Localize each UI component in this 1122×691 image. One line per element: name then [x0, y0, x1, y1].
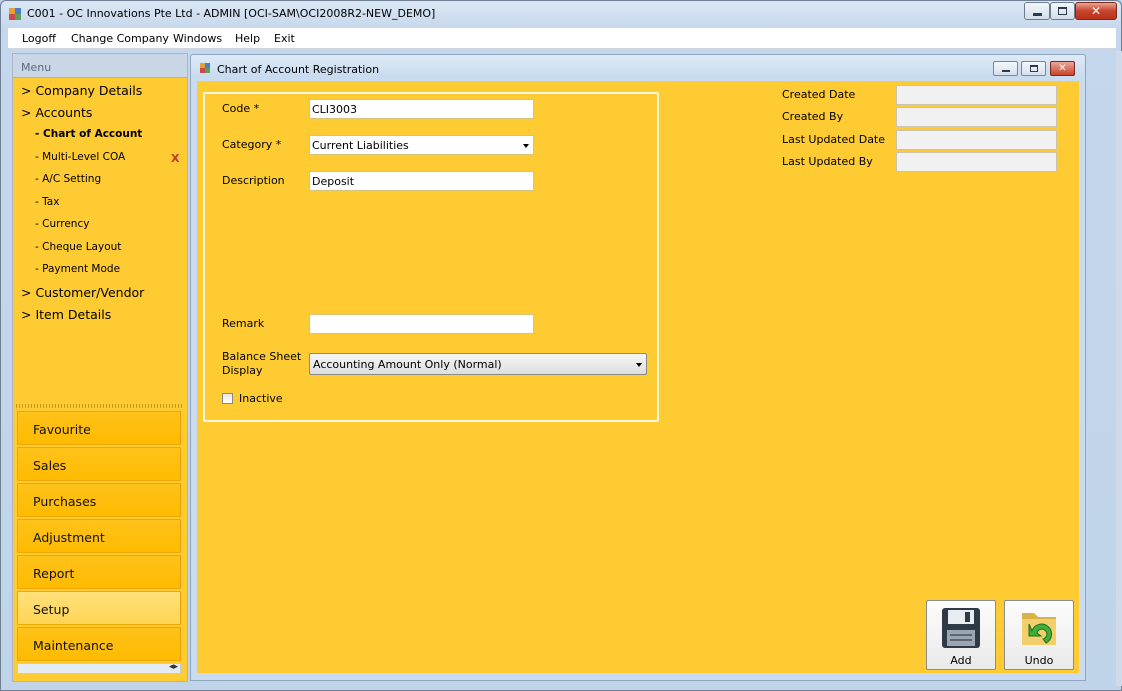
tree-item-chart-of-account[interactable]: - Chart of Account — [35, 128, 142, 140]
nav-favourite-label: Favourite — [33, 422, 91, 437]
child-close-button[interactable]: ✕ — [1050, 61, 1075, 76]
menu-exit[interactable]: Exit — [274, 32, 295, 45]
close-button[interactable]: ✕ — [1075, 2, 1117, 20]
remark-label: Remark — [222, 317, 265, 330]
nav-purchases[interactable]: Purchases — [17, 483, 181, 517]
child-maximize-button[interactable] — [1021, 61, 1046, 76]
nav-maintenance-label: Maintenance — [33, 638, 114, 653]
nav-setup[interactable]: Setup — [17, 591, 181, 625]
nav-report[interactable]: Report — [17, 555, 181, 589]
main-window: C001 - OC Innovations Pte Ltd - ADMIN [O… — [0, 0, 1122, 691]
nav-setup-label: Setup — [33, 602, 70, 617]
last-updated-date-field — [896, 130, 1057, 150]
created-by-label: Created By — [782, 110, 844, 123]
menu-windows[interactable]: Windows — [173, 32, 222, 45]
sidebar-scrollbar[interactable]: ◂▸ — [17, 662, 181, 674]
sidebar-title: Menu — [21, 61, 52, 74]
tree-item-tax[interactable]: - Tax — [35, 196, 59, 208]
tree-item-ac-setting[interactable]: - A/C Setting — [35, 173, 101, 185]
nav-maintenance[interactable]: Maintenance — [17, 627, 181, 661]
sidebar-splitter[interactable] — [16, 404, 182, 408]
add-button[interactable]: Add — [926, 600, 996, 670]
form-body: Code * CLI3003 Category * Current Liabil… — [197, 81, 1079, 673]
nav-purchases-label: Purchases — [33, 494, 97, 509]
nav-adjustment[interactable]: Adjustment — [17, 519, 181, 553]
tree-item-currency[interactable]: - Currency — [35, 218, 89, 230]
maximize-icon — [1029, 65, 1038, 72]
minimize-icon — [1001, 70, 1010, 72]
inactive-checkbox[interactable] — [222, 393, 233, 404]
created-date-field — [896, 85, 1057, 105]
add-label: Add — [950, 654, 972, 667]
save-icon — [942, 608, 980, 648]
nav-sales-label: Sales — [33, 458, 67, 473]
tree-item-payment-mode[interactable]: - Payment Mode — [35, 263, 120, 275]
tree-item-accounts[interactable]: > Accounts — [21, 105, 92, 120]
code-label: Code * — [222, 102, 260, 115]
chevron-down-icon — [636, 363, 642, 367]
category-value: Current Liabilities — [312, 139, 409, 152]
child-minimize-button[interactable] — [993, 61, 1018, 76]
tree-item-item-details[interactable]: > Item Details — [21, 307, 111, 322]
chevron-down-icon — [523, 144, 529, 148]
undo-label: Undo — [1024, 654, 1054, 667]
title-bar[interactable]: C001 - OC Innovations Pte Ltd - ADMIN [O… — [1, 1, 1121, 27]
undo-button[interactable]: Undo — [1004, 600, 1074, 670]
balance-sheet-label: Balance Sheet — [222, 350, 302, 363]
sidebar: Menu > Company Details > Accounts - Char… — [12, 53, 188, 682]
close-icon: ✕ — [1058, 62, 1067, 74]
mdi-right-edge — [1116, 51, 1122, 686]
menu-logoff[interactable]: Logoff — [22, 32, 56, 45]
created-by-field — [896, 107, 1057, 127]
description-field[interactable]: Deposit — [309, 171, 534, 191]
menu-change-company[interactable]: Change Company — [71, 32, 169, 45]
last-updated-by-label: Last Updated By — [782, 155, 873, 168]
code-field[interactable]: CLI3003 — [309, 99, 534, 119]
menu-help[interactable]: Help — [235, 32, 260, 45]
last-updated-date-label: Last Updated Date — [782, 133, 886, 146]
menu-bar: Logoff Change Company Windows Help Exit — [8, 28, 1116, 49]
minimize-icon — [1032, 12, 1042, 16]
close-tab-icon[interactable]: X — [171, 152, 179, 165]
last-updated-by-field — [896, 152, 1057, 172]
tree-item-company-details[interactable]: > Company Details — [21, 83, 142, 98]
sidebar-header: Menu — [13, 54, 187, 78]
tree-item-customer-vendor[interactable]: > Customer/Vendor — [21, 285, 144, 300]
balance-sheet-display-select[interactable]: Accounting Amount Only (Normal) — [309, 353, 647, 375]
menu-tree: > Company Details > Accounts - Chart of … — [13, 78, 185, 400]
nav-adjustment-label: Adjustment — [33, 530, 105, 545]
tree-item-cheque-layout[interactable]: - Cheque Layout — [35, 241, 121, 253]
chart-of-account-window: Chart of Account Registration ✕ Code * C… — [190, 54, 1086, 681]
close-icon: ✕ — [1090, 4, 1102, 18]
inactive-label: Inactive — [239, 392, 283, 405]
undo-folder-icon — [1022, 613, 1056, 645]
maximize-icon — [1058, 7, 1067, 15]
nav-report-label: Report — [33, 566, 75, 581]
maximize-button[interactable] — [1050, 2, 1075, 20]
remark-field[interactable] — [309, 314, 534, 334]
description-label: Description — [222, 174, 285, 187]
tree-item-multi-level-coa[interactable]: - Multi-Level COA — [35, 151, 125, 163]
app-icon — [9, 8, 21, 20]
window-title: C001 - OC Innovations Pte Ltd - ADMIN [O… — [27, 7, 436, 20]
balance-sheet-label-2: Display — [222, 364, 263, 377]
created-date-label: Created Date — [782, 88, 856, 101]
minimize-button[interactable] — [1024, 2, 1050, 20]
balance-sheet-value: Accounting Amount Only (Normal) — [313, 358, 502, 371]
category-label: Category * — [222, 138, 282, 151]
category-dropdown[interactable]: Current Liabilities — [309, 135, 534, 155]
child-window-title: Chart of Account Registration — [217, 63, 380, 76]
nav-favourite[interactable]: Favourite — [17, 411, 181, 445]
nav-sales[interactable]: Sales — [17, 447, 181, 481]
scroll-arrows-icon: ◂▸ — [168, 662, 178, 672]
form-icon — [200, 63, 211, 74]
